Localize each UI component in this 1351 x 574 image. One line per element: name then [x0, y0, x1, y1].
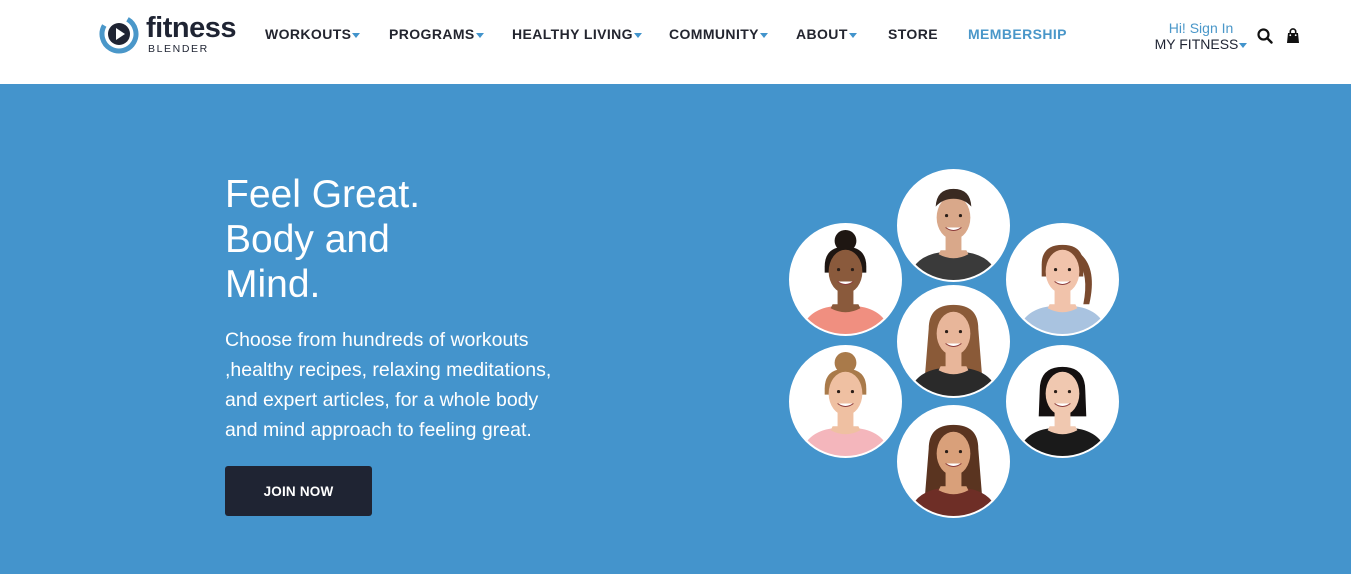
caret-down-icon: [1239, 42, 1248, 48]
nav-store[interactable]: STORE: [888, 26, 938, 42]
nav-label: ABOUT: [796, 26, 848, 42]
brand-name: fitness: [146, 11, 236, 44]
hero-headline: Feel Great. Body and Mind.: [225, 172, 545, 307]
trainer-avatar: [897, 169, 1010, 282]
nav-membership[interactable]: MEMBERSHIP: [968, 26, 1067, 42]
nav-about[interactable]: ABOUT: [796, 26, 857, 42]
hero-section: Feel Great. Body and Mind. Choose from h…: [0, 84, 1351, 574]
brand-subtitle: BLENDER: [148, 42, 209, 55]
shopping-bag-icon[interactable]: [1284, 27, 1302, 45]
headline-line: Body and: [225, 218, 390, 261]
join-now-button[interactable]: JOIN NOW: [225, 466, 372, 516]
play-swirl-logo-icon: [99, 14, 139, 54]
account-menu[interactable]: Hi! Sign In MY FITNESS: [1151, 20, 1251, 52]
hero-description: Choose from hundreds of workouts ,health…: [225, 329, 552, 441]
site-header: fitness BLENDER WORKOUTS PROGRAMS HEALTH…: [0, 0, 1351, 84]
nav-workouts[interactable]: WORKOUTS: [265, 26, 361, 42]
nav-label: MEMBERSHIP: [968, 26, 1067, 42]
my-fitness-dropdown[interactable]: MY FITNESS: [1151, 36, 1251, 52]
trainer-avatar: [1006, 223, 1119, 336]
trainer-avatar: [789, 223, 902, 336]
trainer-avatar: [1006, 345, 1119, 458]
nav-label: COMMUNITY: [669, 26, 759, 42]
sign-in-link[interactable]: Hi! Sign In: [1151, 20, 1251, 36]
nav-label: STORE: [888, 26, 938, 42]
caret-down-icon: [475, 32, 484, 38]
nav-label: HEALTHY LIVING: [512, 26, 633, 42]
trainer-avatar: [897, 405, 1010, 518]
trainer-avatar: [789, 345, 902, 458]
caret-down-icon: [633, 32, 642, 38]
caret-down-icon: [848, 32, 857, 38]
search-icon[interactable]: [1256, 27, 1274, 45]
brand-logo[interactable]: fitness BLENDER: [99, 11, 236, 55]
nav-programs[interactable]: PROGRAMS: [389, 26, 484, 42]
nav-community[interactable]: COMMUNITY: [669, 26, 768, 42]
nav-label: PROGRAMS: [389, 26, 475, 42]
trainer-avatar: [897, 285, 1010, 398]
caret-down-icon: [759, 32, 768, 38]
my-fitness-label: MY FITNESS: [1154, 36, 1239, 52]
nav-label: WORKOUTS: [265, 26, 352, 42]
caret-down-icon: [352, 32, 361, 38]
headline-line: Mind.: [225, 263, 321, 306]
nav-healthy-living[interactable]: HEALTHY LIVING: [512, 26, 642, 42]
headline-line: Feel Great.: [225, 173, 421, 216]
